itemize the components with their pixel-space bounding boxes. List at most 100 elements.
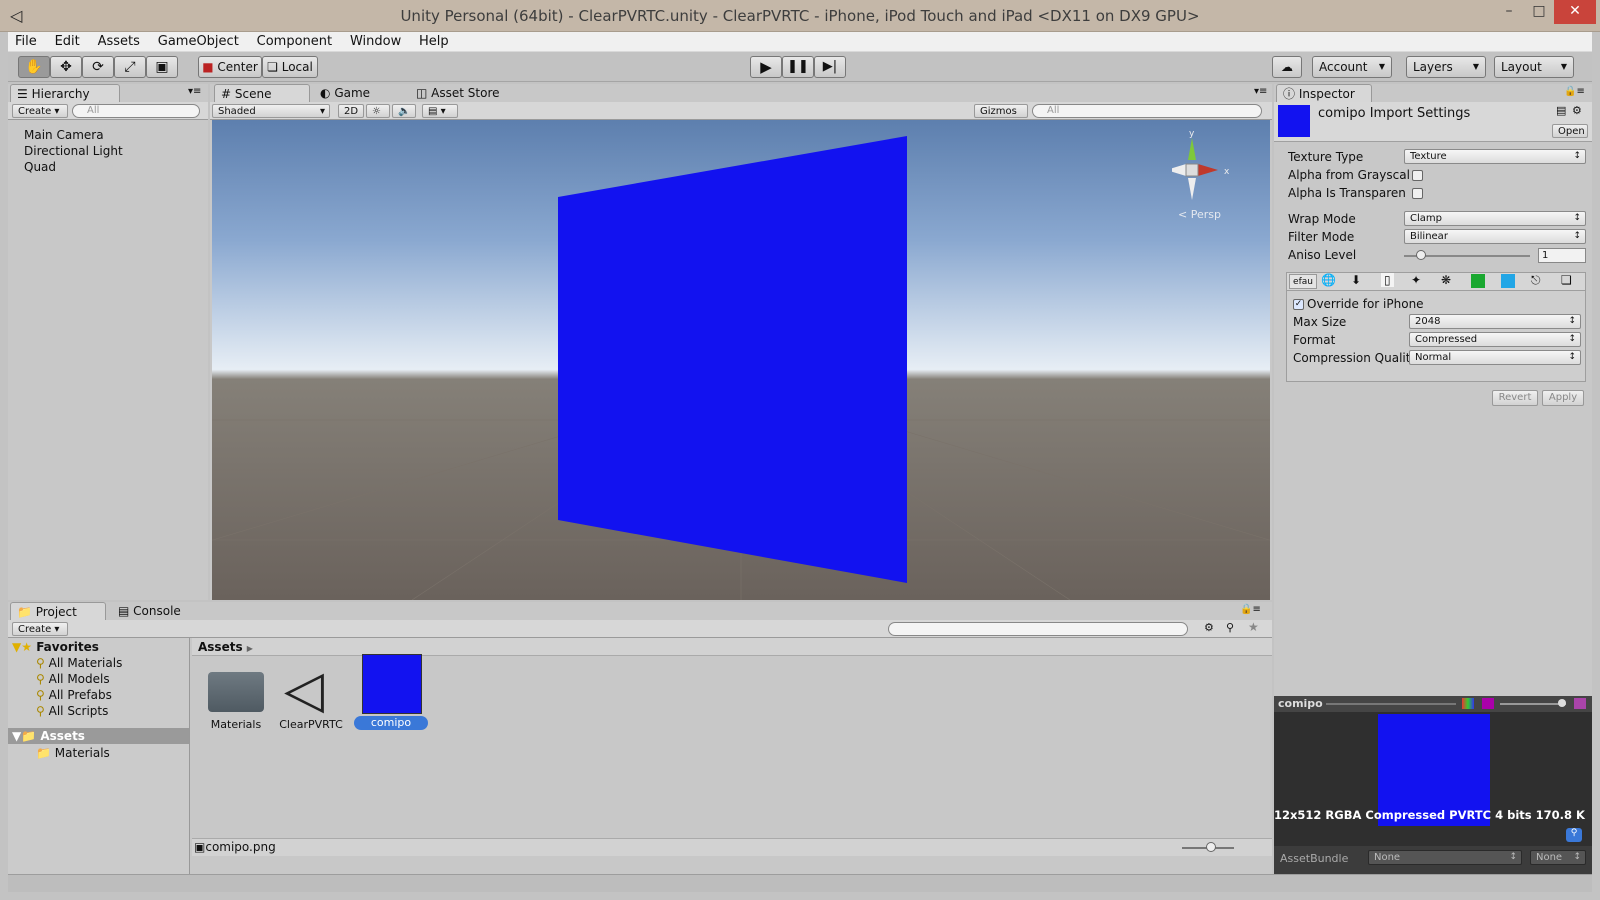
scale-tool-icon[interactable]: ⤢ bbox=[114, 56, 146, 78]
menu-file[interactable]: File bbox=[8, 32, 44, 52]
project-create-button[interactable]: Create ▾ bbox=[12, 622, 68, 636]
mip-slider-thumb[interactable] bbox=[1558, 699, 1566, 707]
minimize-button[interactable]: – bbox=[1492, 0, 1526, 24]
pause-button[interactable]: ❚❚ bbox=[782, 56, 814, 78]
space-local-button[interactable]: ❏ Local bbox=[262, 56, 318, 78]
favorite-all-models[interactable]: ⚲ All Models bbox=[36, 672, 110, 686]
menu-help[interactable]: Help bbox=[412, 32, 456, 52]
asset-materials-folder[interactable]: Materials bbox=[206, 664, 266, 734]
hand-tool-icon[interactable]: ✋ bbox=[18, 56, 50, 78]
scene-search-input[interactable]: All bbox=[1032, 104, 1262, 118]
apply-button[interactable]: Apply bbox=[1542, 390, 1584, 406]
assetbundle-variant-dropdown[interactable]: None bbox=[1530, 850, 1586, 865]
rotate-tool-icon[interactable]: ⟳ bbox=[82, 56, 114, 78]
lighting-toggle-icon[interactable]: ☼ bbox=[366, 104, 390, 118]
play-button[interactable]: ▶ bbox=[750, 56, 782, 78]
tab-asset-store[interactable]: ◫ Asset Store bbox=[410, 84, 520, 102]
tree-favorites[interactable]: ▼★ Favorites bbox=[12, 640, 99, 654]
windows-store-platform-icon[interactable] bbox=[1501, 274, 1515, 288]
aniso-value-field[interactable]: 1 bbox=[1538, 248, 1586, 263]
checker-icon[interactable] bbox=[1574, 698, 1586, 709]
rect-tool-icon[interactable]: ▣ bbox=[146, 56, 178, 78]
panel-menu-icon[interactable]: ▾≡ bbox=[188, 86, 201, 97]
scene-gizmo[interactable]: x y bbox=[1166, 129, 1252, 200]
hierarchy-item-directional-light[interactable]: Directional Light bbox=[24, 144, 123, 158]
maximize-button[interactable]: □ bbox=[1522, 0, 1556, 24]
help-icon[interactable]: ▤ bbox=[1556, 104, 1566, 117]
box-platform-icon[interactable]: ❏ bbox=[1561, 273, 1572, 287]
favorite-all-scripts[interactable]: ⚲ All Scripts bbox=[36, 704, 108, 718]
layout-dropdown[interactable]: Layout ▼ bbox=[1494, 56, 1574, 78]
cloud-icon[interactable]: ☁ bbox=[1272, 56, 1302, 78]
gear-icon[interactable]: ⚙ bbox=[1572, 104, 1582, 117]
tree-materials[interactable]: 📁 Materials bbox=[36, 746, 110, 760]
move-tool-icon[interactable]: ✥ bbox=[50, 56, 82, 78]
hierarchy-search-input[interactable]: All bbox=[72, 104, 200, 118]
project-search-input[interactable] bbox=[888, 622, 1188, 636]
panel-menu-icon[interactable]: ▾≡ bbox=[1254, 86, 1267, 97]
html5-platform-icon[interactable]: ⎋ bbox=[1531, 273, 1541, 288]
android-platform-icon[interactable]: ✦ bbox=[1411, 273, 1421, 287]
favorite-star-icon[interactable]: ★ bbox=[1248, 620, 1259, 634]
scene-viewport[interactable]: x y < Persp bbox=[212, 120, 1270, 600]
texture-type-dropdown[interactable]: Texture bbox=[1404, 149, 1586, 164]
mip-slider-track[interactable] bbox=[1500, 703, 1566, 705]
menu-edit[interactable]: Edit bbox=[48, 32, 87, 52]
tab-console[interactable]: ▤ Console bbox=[112, 602, 208, 620]
preview-resize-handle[interactable] bbox=[1326, 703, 1456, 705]
tag-icon[interactable]: ⚲ bbox=[1566, 828, 1582, 842]
revert-button[interactable]: Revert bbox=[1492, 390, 1538, 406]
step-button[interactable]: ▶| bbox=[814, 56, 846, 78]
menu-gameobject[interactable]: GameObject bbox=[151, 32, 246, 52]
wrap-mode-dropdown[interactable]: Clamp bbox=[1404, 211, 1586, 226]
platform-default-tab[interactable]: efau bbox=[1289, 274, 1317, 289]
filter-mode-dropdown[interactable]: Bilinear bbox=[1404, 229, 1586, 244]
account-dropdown[interactable]: Account ▼ bbox=[1312, 56, 1392, 78]
assetbundle-dropdown[interactable]: None bbox=[1368, 850, 1522, 865]
tab-hierarchy[interactable]: ☰ Hierarchy bbox=[10, 84, 120, 102]
hierarchy-item-main-camera[interactable]: Main Camera bbox=[24, 128, 104, 142]
aniso-slider-thumb[interactable] bbox=[1415, 250, 1426, 260]
lock-icon[interactable]: 🔒≡ bbox=[1240, 604, 1261, 615]
alpha-channel-icon[interactable] bbox=[1482, 698, 1494, 709]
close-button[interactable]: ✕ bbox=[1554, 0, 1596, 24]
web-platform-icon[interactable]: 🌐 bbox=[1321, 273, 1336, 287]
asset-comipo-texture[interactable]: comipo bbox=[354, 652, 428, 734]
perspective-label[interactable]: < Persp bbox=[1178, 208, 1221, 221]
2d-toggle[interactable]: 2D bbox=[338, 104, 364, 118]
icon-size-slider-thumb[interactable] bbox=[1206, 842, 1216, 852]
tab-inspector[interactable]: ⓘ Inspector bbox=[1276, 84, 1372, 102]
search-by-label-icon[interactable]: ⚲ bbox=[1226, 621, 1234, 634]
compression-quality-dropdown[interactable]: Normal bbox=[1409, 350, 1581, 365]
layers-dropdown[interactable]: Layers ▼ bbox=[1406, 56, 1486, 78]
alpha-transparent-checkbox[interactable] bbox=[1412, 188, 1423, 199]
tab-game[interactable]: ◐ Game bbox=[314, 84, 404, 102]
tab-scene[interactable]: # Scene bbox=[214, 84, 310, 102]
xbox-platform-icon[interactable] bbox=[1471, 274, 1485, 288]
override-checkbox[interactable]: ✓ bbox=[1293, 299, 1304, 310]
gizmos-dropdown[interactable]: Gizmos ▾ bbox=[974, 104, 1028, 131]
iphone-platform-icon[interactable]: ▯ bbox=[1381, 273, 1394, 287]
rgb-channel-icon[interactable] bbox=[1462, 698, 1474, 709]
blue-quad[interactable] bbox=[558, 136, 907, 583]
open-button[interactable]: Open bbox=[1552, 124, 1588, 138]
search-by-type-icon[interactable]: ⚙ bbox=[1204, 621, 1214, 634]
blackberry-platform-icon[interactable]: ❋ bbox=[1441, 273, 1451, 287]
format-dropdown[interactable]: Compressed bbox=[1409, 332, 1581, 347]
menu-window[interactable]: Window bbox=[343, 32, 408, 52]
tab-project[interactable]: 📁 Project bbox=[10, 602, 106, 620]
max-size-dropdown[interactable]: 2048 bbox=[1409, 314, 1581, 329]
effects-dropdown-icon[interactable]: ▤ ▾ bbox=[422, 104, 458, 118]
audio-toggle-icon[interactable]: 🔈 bbox=[392, 104, 416, 118]
favorite-all-materials[interactable]: ⚲ All Materials bbox=[36, 656, 122, 670]
shading-dropdown[interactable]: Shaded ▾ bbox=[212, 104, 330, 118]
breadcrumb-assets[interactable]: Assets ▶ bbox=[198, 640, 253, 654]
favorite-all-prefabs[interactable]: ⚲ All Prefabs bbox=[36, 688, 112, 702]
pivot-center-button[interactable]: ■ Center bbox=[198, 56, 262, 78]
hierarchy-create-button[interactable]: Create ▾ bbox=[12, 104, 68, 118]
hierarchy-item-quad[interactable]: Quad bbox=[24, 160, 56, 174]
tree-assets-row[interactable]: ▼📁 Assets bbox=[8, 728, 189, 744]
asset-clearpvrtc-scene[interactable]: ◁ ClearPVRTC bbox=[276, 664, 346, 734]
menu-component[interactable]: Component bbox=[250, 32, 339, 52]
menu-assets[interactable]: Assets bbox=[91, 32, 147, 52]
